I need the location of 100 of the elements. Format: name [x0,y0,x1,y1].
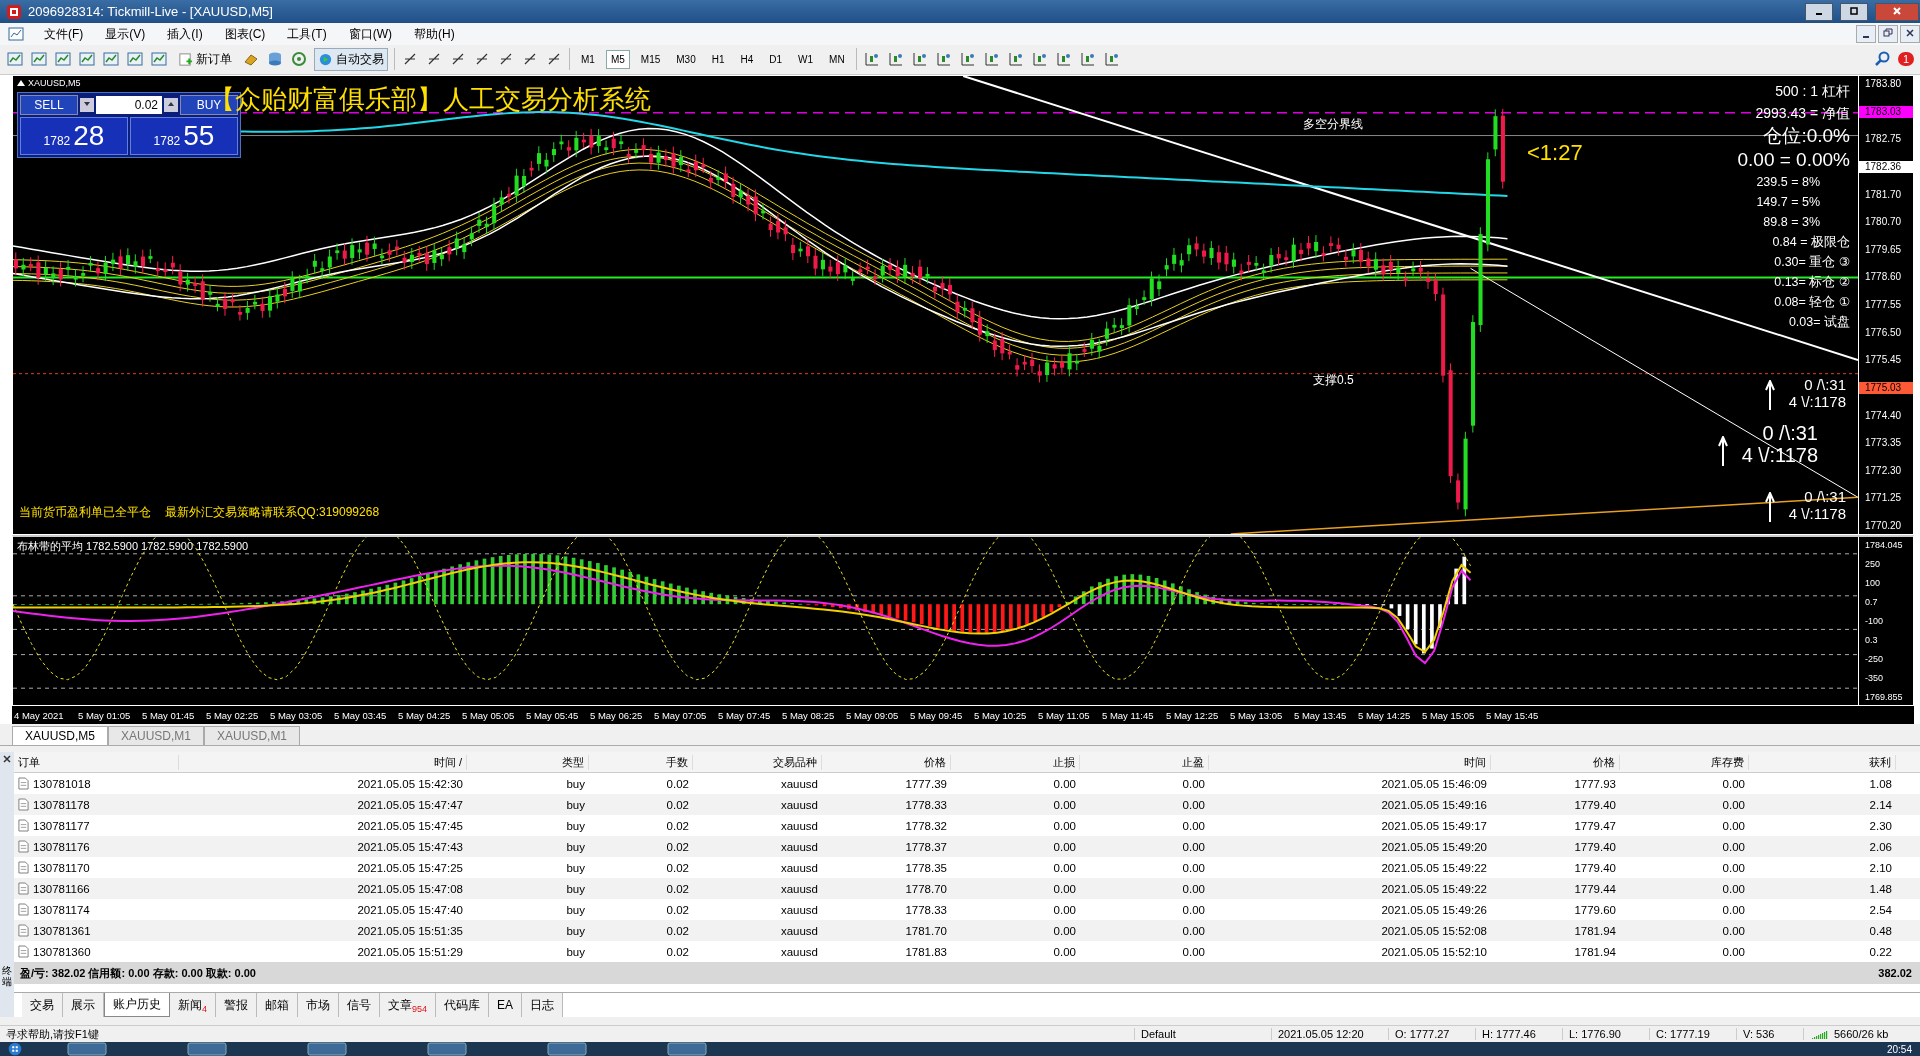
table-cell-text: 2021.05.05 15:52:08 [1380,924,1488,937]
timeframe-button[interactable]: D1 [764,49,788,69]
terminal-tab[interactable]: 日志 [522,993,564,1018]
terminal-tab[interactable]: 邮箱 [257,993,298,1018]
timeframe-button[interactable]: H1 [706,49,730,69]
timeframe-button[interactable]: M15 [635,49,666,69]
timeframe-button[interactable]: H4 [735,49,759,69]
terminal-tab[interactable]: 代码库 [436,993,490,1018]
menu-item[interactable]: 工具(T) [277,23,337,45]
auto-trading-button[interactable]: 自动交易 [314,47,388,71]
column-header[interactable]: 交易品种 [693,754,822,770]
table-cell-text: 0.00 [1721,882,1746,895]
column-header[interactable]: 止盈 [1080,754,1209,770]
close-button[interactable] [1900,25,1920,44]
column-header[interactable]: 价格 [822,754,951,770]
new-order-button[interactable]: 新订单 [174,47,236,71]
timeframe-button[interactable]: MN [824,49,850,69]
table-cell-text: 0.00 [1052,819,1077,832]
terminal-tab[interactable]: 市场 [298,993,339,1018]
sell-button[interactable]: SELL [20,95,78,115]
table-cell-text: 0.02 [665,903,690,916]
minimize-button[interactable] [1856,25,1876,44]
table-cell-text: buy [565,861,586,874]
restore-button[interactable] [1878,25,1898,44]
chart-tab[interactable]: XAUUSD,M5 [12,726,108,746]
app-icon [6,3,22,20]
terminal-tab[interactable]: 信号 [339,993,380,1018]
chart-tab[interactable]: XAUUSD,M1 [204,726,301,746]
minimize-button[interactable] [1805,2,1833,21]
table-cell-text: 2021.05.05 15:47:47 [356,798,464,811]
column-header[interactable]: 手数 [589,754,693,770]
terminal-tab[interactable]: 展示 [63,993,104,1018]
time-label: 4 May 2021 [14,709,65,721]
indicator-level: -350 [1864,672,1884,684]
menu-item[interactable]: 帮助(H) [404,23,465,45]
bid-price[interactable]: 1782 28 [20,117,128,155]
bar-chart-icon[interactable] [862,50,881,69]
table-cell-text: 0.00 [1721,861,1746,874]
table-cell-text: 0.00 [1721,840,1746,853]
table-cell-text: 1778.35 [904,861,948,874]
ask-price[interactable]: 1782 55 [130,117,238,155]
column-header[interactable]: 时间 / [179,754,467,770]
time-label: 5 May 07:05 [654,709,708,721]
column-header[interactable]: 库存费 [1620,754,1749,770]
table-cell-text: 0.00 [1181,882,1206,895]
menu-item[interactable]: 图表(C) [214,23,276,45]
menu-item[interactable]: 窗口(W) [338,23,402,45]
terminal-tab[interactable]: 新闻$_{4}$ [170,993,216,1018]
maximize-button[interactable] [1840,2,1868,21]
document-icon [18,861,29,875]
menu-item[interactable]: 显示(V) [95,23,156,45]
timeframe-button[interactable]: M1 [576,49,600,69]
time-label: 5 May 09:45 [910,709,964,721]
column-header[interactable]: 价格 [1491,754,1620,770]
terminal-tab[interactable]: 账户历史 [104,993,170,1018]
column-header[interactable]: 时间 [1209,754,1491,770]
close-icon[interactable] [2,754,12,765]
table-cell-text: 2021.05.05 15:49:26 [1380,903,1488,916]
timeframe-button[interactable]: M30 [671,49,701,69]
table-cell-text: 0.00 [1721,819,1746,832]
notification-badge[interactable]: 1 [1897,52,1914,67]
spin-up-button[interactable] [164,98,178,112]
terminal-tab[interactable]: EA [489,993,523,1018]
menu-item[interactable]: 文件(F) [34,23,94,45]
lot-size-field[interactable]: 0.02 [96,96,162,114]
table-cell-text: 1.08 [1868,777,1893,790]
close-button[interactable] [1875,2,1919,21]
chart-icon[interactable] [54,50,72,69]
timeframe-button[interactable]: W1 [793,49,819,69]
indicator-level: 0.7 [1864,596,1879,608]
table-cell-text: 1779.40 [1573,840,1617,853]
table-cell-text: buy [565,945,586,958]
chart-tab[interactable]: XAUUSD,M1 [108,726,205,746]
account-stat: 239.5 = 8% [1756,174,1820,191]
column-header[interactable]: 类型 [467,754,589,770]
column-header[interactable]: 订单 [14,754,179,770]
account-stat: 89.8 = 3% [1763,214,1820,231]
terminal-tab[interactable]: 交易 [22,993,63,1018]
up-arrow-icon [1764,380,1775,410]
column-header[interactable]: 获利 [1749,754,1896,770]
table-cell-text: 2021.05.05 15:49:22 [1380,861,1488,874]
signal-icon[interactable] [290,50,308,69]
play-icon [318,51,333,67]
account-stat: 149.7 = 5% [1756,194,1820,211]
start-button-icon[interactable] [8,1042,22,1056]
menu-item[interactable]: 插入(I) [157,23,213,45]
terminal-tab[interactable]: 文章$_{954}$ [380,993,437,1018]
column-header[interactable]: 止损 [951,754,1080,770]
timeframe-button[interactable]: M5 [605,49,630,69]
table-cell-text: 0.00 [1181,840,1206,853]
table-cell-text: 1781.94 [1573,924,1617,937]
table-cell-text: xauusd [779,882,819,895]
account-stat: 500 : 1 杠杆 [1775,82,1850,101]
document-icon [18,819,29,833]
chart-symbol-label: XAUUSD,M5 [28,78,81,88]
spin-down-button[interactable] [80,98,94,112]
table-cell-text: 0.00 [1052,861,1077,874]
terminal-tab[interactable]: 警报 [216,993,257,1018]
time-label: 5 May 01:45 [142,709,196,721]
signal-count: 0 /\:31 [1804,376,1846,393]
